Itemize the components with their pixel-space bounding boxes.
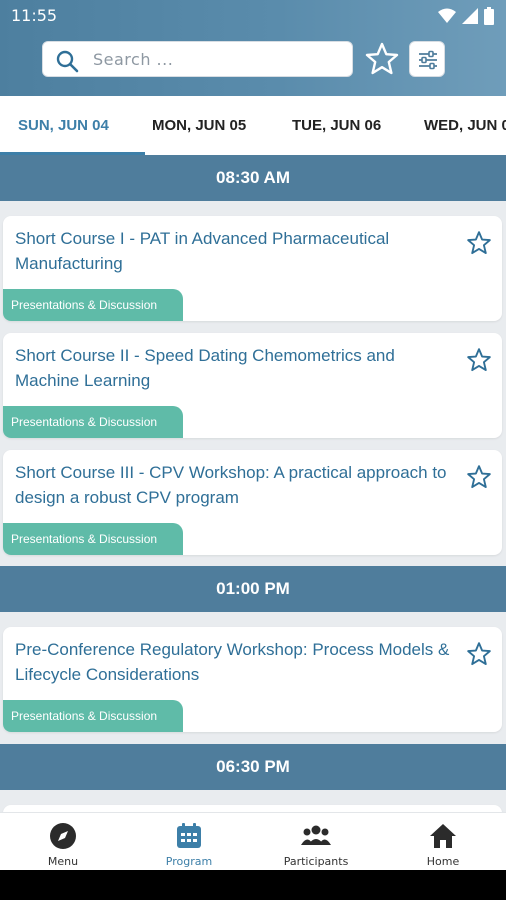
compass-icon: [50, 823, 76, 849]
session-title: Short Course I - PAT in Advanced Pharmac…: [15, 229, 390, 273]
search-placeholder: Search ...: [93, 50, 174, 69]
session-tag: Presentations & Discussion: [3, 700, 183, 732]
nav-participants[interactable]: Participants: [256, 821, 376, 868]
star-icon[interactable]: [466, 464, 492, 490]
session-title: Short Course III - CPV Workshop: A pract…: [15, 463, 447, 507]
bottom-nav: Menu Program Participants Home: [0, 812, 506, 870]
nav-home[interactable]: Home: [383, 821, 503, 868]
nav-label: Home: [426, 855, 460, 868]
session-title: Pre-Conference Regulatory Workshop: Proc…: [15, 640, 450, 684]
session-card[interactable]: Short Course III - CPV Workshop: A pract…: [3, 450, 502, 555]
session-card[interactable]: Short Course II - Speed Dating Chemometr…: [3, 333, 502, 438]
battery-icon: [484, 7, 494, 25]
session-tag: Presentations & Discussion: [3, 406, 183, 438]
nav-label: Program: [165, 855, 213, 868]
nav-label: Menu: [47, 855, 79, 868]
search-icon: [56, 50, 79, 73]
session-card[interactable]: Short Course I - PAT in Advanced Pharmac…: [3, 216, 502, 321]
time-header: 06:30 PM: [0, 744, 506, 790]
status-icons: [438, 7, 494, 25]
nav-menu[interactable]: Menu: [3, 821, 123, 868]
tab-mon-jun-05[interactable]: MON, JUN 05: [152, 96, 246, 155]
favorites-button[interactable]: [364, 41, 400, 77]
search-input[interactable]: Search ...: [42, 41, 353, 77]
session-title: Short Course II - Speed Dating Chemometr…: [15, 346, 395, 390]
wifi-icon: [438, 8, 456, 23]
filter-button[interactable]: [409, 41, 445, 77]
session-card[interactable]: Pre-Conference Regulatory Workshop: Proc…: [3, 627, 502, 732]
sliders-icon: [419, 50, 437, 70]
tab-sun-jun-04[interactable]: SUN, JUN 04: [18, 96, 109, 155]
star-icon: [365, 42, 399, 75]
session-tag: Presentations & Discussion: [3, 289, 183, 321]
people-icon: [301, 825, 331, 845]
app-header: 11:55 Search ...: [0, 0, 506, 96]
day-tabs: SUN, JUN 04 MON, JUN 05 TUE, JUN 06 WED,…: [0, 96, 506, 155]
nav-program[interactable]: Program: [129, 821, 249, 868]
nav-label: Participants: [283, 855, 349, 868]
star-icon[interactable]: [466, 641, 492, 667]
signal-icon: [462, 8, 478, 24]
time-header: 01:00 PM: [0, 566, 506, 612]
star-icon[interactable]: [466, 347, 492, 373]
home-icon: [430, 824, 456, 848]
calendar-icon: [177, 823, 201, 848]
star-icon[interactable]: [466, 230, 492, 256]
session-tag: Presentations & Discussion: [3, 523, 183, 555]
status-time: 11:55: [11, 6, 58, 25]
tab-tue-jun-06[interactable]: TUE, JUN 06: [292, 96, 381, 155]
system-navigation-bar: [0, 870, 506, 900]
status-bar: 11:55: [0, 0, 506, 32]
tab-wed-jun-07[interactable]: WED, JUN 07: [424, 96, 506, 155]
time-header: 08:30 AM: [0, 155, 506, 201]
